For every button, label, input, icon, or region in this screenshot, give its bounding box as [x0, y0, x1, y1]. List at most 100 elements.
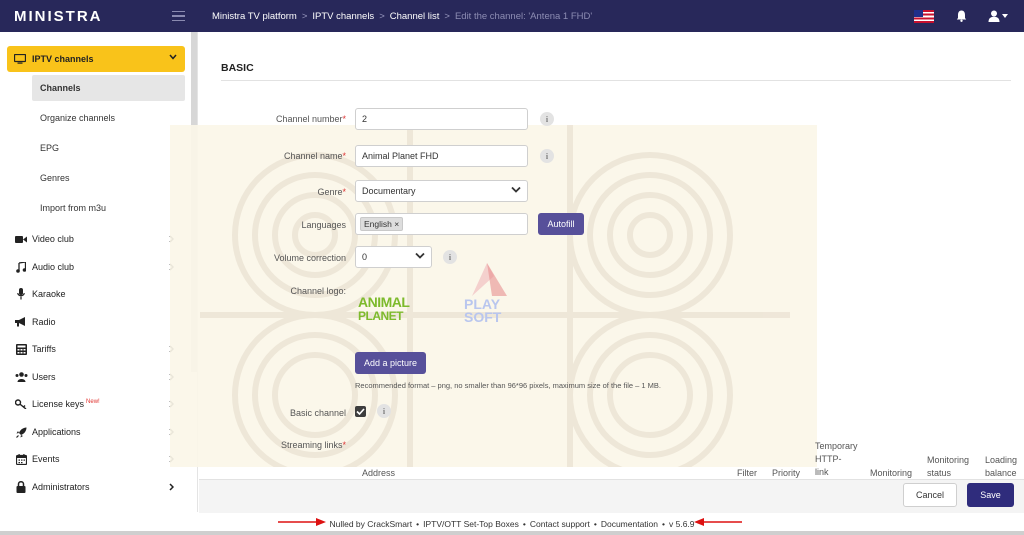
- sidebar-item-administrators[interactable]: Administrators: [14, 476, 184, 498]
- footer-nulled-text: Nulled by CrackSmart: [329, 519, 413, 529]
- footer-separator: •: [593, 519, 597, 529]
- basic-channel-checkbox[interactable]: [355, 406, 366, 417]
- volume-correction-select[interactable]: 0: [355, 246, 432, 268]
- form-actions-bar: [199, 479, 1024, 513]
- video-camera-icon: [14, 233, 28, 245]
- save-button[interactable]: Save: [967, 483, 1014, 507]
- footer-separator: •: [416, 519, 420, 529]
- sidebar-item-label: Applications: [32, 427, 81, 437]
- info-icon[interactable]: i: [377, 404, 391, 418]
- sidebar-subitem-channels[interactable]: Channels: [32, 75, 185, 101]
- breadcrumb: Ministra TV platform > IPTV channels > C…: [212, 11, 592, 22]
- key-icon: [14, 398, 28, 410]
- sidebar-item-tariffs[interactable]: Tariffs: [14, 338, 184, 360]
- sidebar-item-label: IPTV channels: [32, 54, 94, 64]
- new-badge: New!: [86, 399, 100, 405]
- languages-input[interactable]: English ×: [355, 213, 528, 235]
- sidebar-subitem-organize-channels[interactable]: Organize channels: [32, 105, 185, 131]
- footer-separator: •: [522, 519, 526, 529]
- sidebar-item-label: Video club: [32, 234, 74, 244]
- checkmark-icon: [356, 408, 365, 415]
- footer-support-link[interactable]: Contact support: [530, 519, 590, 529]
- section-divider: [221, 80, 1011, 81]
- breadcrumb-item[interactable]: IPTV channels: [312, 11, 374, 22]
- breadcrumb-item[interactable]: Ministra TV platform: [212, 11, 297, 22]
- megaphone-icon: [14, 316, 28, 328]
- section-title: BASIC: [221, 62, 254, 74]
- horizontal-scrollbar[interactable]: [0, 531, 1024, 535]
- column-header-loading-balance[interactable]: Loading balance: [985, 454, 1017, 480]
- sidebar-item-events[interactable]: Events: [14, 448, 184, 470]
- rocket-icon: [14, 426, 28, 438]
- info-icon[interactable]: i: [540, 112, 554, 126]
- sidebar-item-karaoke[interactable]: Karaoke: [14, 283, 184, 305]
- sidebar-item-applications[interactable]: Applications: [14, 421, 184, 443]
- footer-docs-link[interactable]: Documentation: [601, 519, 658, 529]
- sidebar-item-users[interactable]: Users: [14, 366, 184, 388]
- info-icon[interactable]: i: [540, 149, 554, 163]
- column-header-monitoring-status[interactable]: Monitoring status: [927, 454, 969, 480]
- sidebar-subitem-genres[interactable]: Genres: [32, 165, 185, 191]
- channel-number-input[interactable]: 2: [355, 108, 528, 130]
- footer-separator: •: [662, 519, 665, 529]
- sidebar-subitem-epg[interactable]: EPG: [32, 135, 185, 161]
- sidebar-item-label: License keys New!: [32, 399, 100, 409]
- sidebar-item-label: Radio: [32, 317, 56, 327]
- breadcrumb-item[interactable]: Channel list: [390, 11, 440, 22]
- tag-remove-icon[interactable]: ×: [392, 219, 399, 229]
- sidebar-item-audio-club[interactable]: Audio club: [14, 256, 184, 278]
- label-text: Channel name: [283, 151, 343, 161]
- autofill-button[interactable]: Autofill: [538, 213, 584, 235]
- genre-select[interactable]: Documentary: [355, 180, 528, 202]
- logo-format-note: Recommended format – png, no smaller tha…: [355, 381, 661, 390]
- us-flag-icon[interactable]: [914, 9, 934, 23]
- basic-channel-label: Basic channel: [289, 408, 346, 418]
- column-header-temporary-http-link[interactable]: Temporary HTTP- link: [815, 440, 858, 479]
- sidebar-item-video-club[interactable]: Video club: [14, 228, 184, 250]
- sidebar-subitem-import-m3u[interactable]: Import from m3u: [32, 195, 185, 221]
- cancel-button[interactable]: Cancel: [903, 483, 957, 507]
- header-line: Loading: [985, 455, 1018, 465]
- hamburger-menu-icon[interactable]: [160, 10, 196, 22]
- required-marker: *: [342, 114, 346, 124]
- language-tag[interactable]: English ×: [360, 217, 404, 231]
- header-line: HTTP-: [815, 454, 842, 464]
- bell-icon[interactable]: [954, 9, 968, 23]
- label-text: Genre: [317, 187, 343, 197]
- playsoft-logo-mark: [472, 263, 507, 296]
- sidebar-item-label-text: License keys: [32, 399, 85, 409]
- breadcrumb-separator: >: [444, 10, 450, 22]
- volume-select-value: 0: [362, 252, 368, 262]
- lock-icon: [14, 481, 28, 493]
- channel-name-label: Channel name*: [196, 151, 346, 161]
- sidebar-item-radio[interactable]: Radio: [14, 311, 184, 333]
- footer-boxes-link[interactable]: IPTV/OTT Set-Top Boxes: [423, 519, 519, 529]
- sidebar-item-label: Administrators: [32, 482, 90, 492]
- channel-number-label: Channel number*: [196, 114, 346, 124]
- streaming-links-label: Streaming links*: [196, 440, 346, 450]
- breadcrumb-current: Edit the channel: 'Antena 1 FHD': [454, 10, 593, 22]
- chevron-down-icon: [169, 54, 177, 60]
- sidebar-item-label: Events: [32, 454, 60, 464]
- channel-name-input[interactable]: Animal Planet FHD: [355, 145, 528, 167]
- footer-version: v 5.6.9: [669, 519, 695, 529]
- volume-correction-label: Volume correction: [273, 253, 346, 263]
- breadcrumb-separator: >: [301, 10, 308, 22]
- add-picture-button[interactable]: Add a picture: [355, 352, 426, 374]
- calendar-icon: [14, 453, 28, 465]
- required-marker: *: [342, 440, 346, 450]
- user-menu-icon[interactable]: [988, 9, 1010, 23]
- sidebar-item-iptv-channels[interactable]: IPTV channels: [7, 46, 185, 72]
- header-line: link: [815, 467, 829, 477]
- sidebar-item-license-keys[interactable]: License keys New!: [14, 393, 184, 415]
- languages-label: Languages: [301, 220, 346, 230]
- info-icon[interactable]: i: [443, 250, 457, 264]
- tv-icon: [14, 54, 26, 64]
- required-marker: *: [342, 187, 346, 197]
- watermark-line: SOFT: [464, 309, 502, 325]
- app-logo[interactable]: MINISTRA: [0, 8, 160, 25]
- sidebar-item-label: Tariffs: [32, 344, 56, 354]
- calculator-icon: [14, 343, 28, 355]
- chevron-right-icon: [169, 483, 174, 491]
- users-icon: [14, 371, 28, 383]
